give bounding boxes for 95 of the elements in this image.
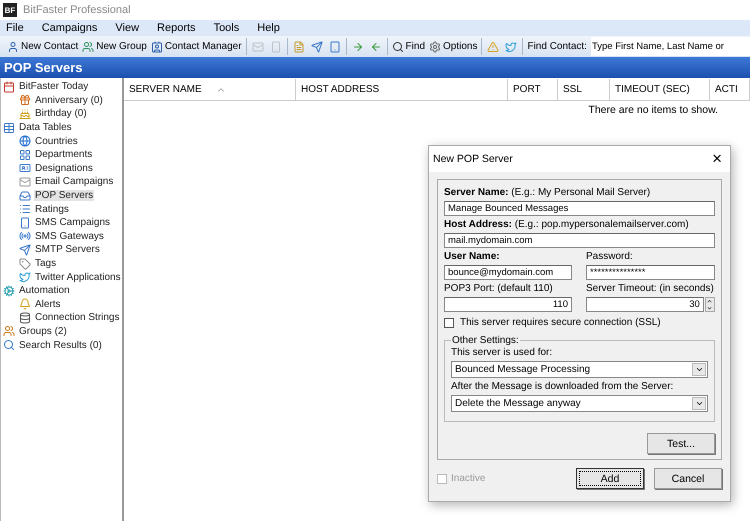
tree-item[interactable]: Data Tables — [18, 122, 73, 134]
tree-item[interactable]: BitFaster Today — [18, 81, 90, 92]
server-name-field[interactable]: Manage Bounced Messages — [444, 201, 715, 216]
menu-item[interactable]: Campaigns — [42, 22, 98, 34]
column-header[interactable]: HOST ADDRESS — [301, 84, 380, 95]
tree-item[interactable]: Groups (2) — [18, 326, 68, 337]
inbox-icon — [19, 190, 31, 202]
database-icon — [19, 312, 31, 324]
menu-item[interactable]: Help — [257, 22, 280, 34]
close-button[interactable]: × — [708, 149, 726, 169]
people-icon — [3, 325, 15, 338]
column-header[interactable]: PORT — [513, 84, 541, 95]
timeout-field[interactable]: 30 — [586, 297, 704, 312]
toolbar-button[interactable]: Options — [428, 40, 478, 52]
toolbar-button[interactable]: Contact Manager — [150, 40, 243, 52]
calendar-icon — [3, 80, 15, 93]
search-icon — [3, 339, 15, 352]
used-for-dropdown[interactable]: Bounced Message Processing — [451, 361, 708, 378]
menu-item[interactable]: Tools — [214, 22, 240, 34]
checkbox-label: Inactive — [451, 473, 486, 484]
field-label: Server Name: (E.g.: My Personal Mail Server) — [444, 186, 652, 199]
table-icon — [3, 122, 15, 134]
window-title: BitFaster Professional — [23, 4, 131, 16]
after-download-dropdown[interactable]: Delete the Message anyway — [451, 395, 708, 412]
bell-icon — [19, 298, 31, 310]
dialog-title: New POP Server — [433, 153, 513, 165]
column-header[interactable]: ACTI — [715, 84, 738, 95]
tree-item[interactable]: SMTP Servers — [34, 244, 101, 256]
contact-card-icon — [150, 40, 163, 52]
tree-item[interactable]: Anniversary (0) — [34, 94, 104, 106]
id-card-icon — [19, 162, 31, 174]
tree-item[interactable]: Search Results (0) — [18, 340, 103, 351]
tree-item[interactable]: Alerts — [34, 298, 62, 310]
dialog-button[interactable]: Add — [576, 468, 644, 489]
menu-item[interactable]: File — [6, 22, 24, 34]
column-header[interactable]: SERVER NAME — [129, 84, 202, 95]
toolbar-button[interactable]: Find — [390, 40, 426, 52]
send-button[interactable] — [308, 40, 325, 52]
dialog-button[interactable]: Cancel — [654, 468, 722, 489]
field-label: Server Timeout: (in seconds) — [586, 282, 715, 295]
checkbox-label: This server requires secure connection (SSL) — [460, 317, 661, 328]
tree-item[interactable]: Ratings — [34, 204, 70, 215]
toolbar-button[interactable]: New Group — [81, 40, 148, 52]
bird-button[interactable] — [503, 40, 520, 52]
field-label: Password: — [586, 250, 634, 263]
globe-icon — [19, 135, 31, 148]
tree-item[interactable]: Countries — [34, 136, 79, 147]
tree-item[interactable]: SMS Gateways — [34, 230, 105, 242]
tree-item[interactable]: Birthday (0) — [34, 108, 88, 120]
test-button[interactable]: Test... — [647, 433, 715, 454]
app-logo: BF — [3, 3, 17, 17]
column-header[interactable]: SSL — [563, 84, 582, 95]
grid-icon — [19, 148, 31, 161]
page-header: POP Servers — [0, 57, 750, 78]
tree-item[interactable]: Email Campaigns — [34, 176, 114, 188]
tree-item[interactable]: Designations — [34, 162, 94, 174]
field-label: This server is used for: — [451, 346, 554, 359]
envelope-icon — [19, 176, 31, 188]
tag-icon — [19, 258, 31, 270]
send-icon — [19, 244, 31, 256]
menu-item[interactable]: View — [115, 22, 140, 34]
person-icon — [7, 40, 19, 52]
user-name-field[interactable]: bounce@mydomain.com — [444, 265, 572, 280]
spinner[interactable] — [704, 297, 715, 312]
field-label: After the Message is downloaded from the Server: — [451, 380, 674, 393]
menu-item[interactable]: Reports — [157, 22, 196, 34]
column-header[interactable]: TIMEOUT (SEC) — [615, 84, 690, 95]
tree-item[interactable]: Connection Strings — [34, 312, 120, 324]
tree-item[interactable]: Tags — [34, 258, 58, 270]
field-label: POP3 Port: (default 110) — [444, 282, 554, 295]
bird-icon — [19, 271, 31, 284]
group-legend: Other Settings: — [451, 335, 520, 346]
people-icon — [82, 40, 94, 52]
tree-item[interactable]: SMS Campaigns — [34, 217, 112, 228]
toolbar-button[interactable]: New Contact — [6, 40, 80, 52]
warning-button[interactable] — [485, 40, 502, 52]
tree-item[interactable]: Twitter Applications — [34, 272, 122, 283]
password-field[interactable]: *************** — [586, 265, 715, 280]
field-label: User Name: — [444, 250, 501, 263]
search-icon — [392, 40, 404, 52]
signal-icon — [19, 230, 31, 242]
checkbox[interactable] — [444, 318, 454, 328]
host-address-field[interactable]: mail.mydomain.com — [444, 233, 715, 248]
settings-icon — [429, 40, 441, 52]
port-field[interactable]: 110 — [444, 297, 572, 312]
field-label: Host Address: (E.g.: pop.mypersonalemailserver.com) — [444, 218, 690, 231]
find-contact-field[interactable]: Type First Name, Last Name or — [590, 37, 750, 56]
tree-item[interactable]: POP Servers — [34, 190, 94, 202]
gift-icon — [19, 94, 31, 106]
empty-message: There are no items to show. — [588, 104, 718, 116]
gear-icon — [3, 284, 15, 297]
tree-item[interactable]: Automation — [18, 285, 71, 296]
find-contact-label: Find Contact: — [526, 41, 588, 52]
tree-item[interactable]: Departments — [34, 149, 94, 160]
phone-icon — [19, 216, 31, 229]
